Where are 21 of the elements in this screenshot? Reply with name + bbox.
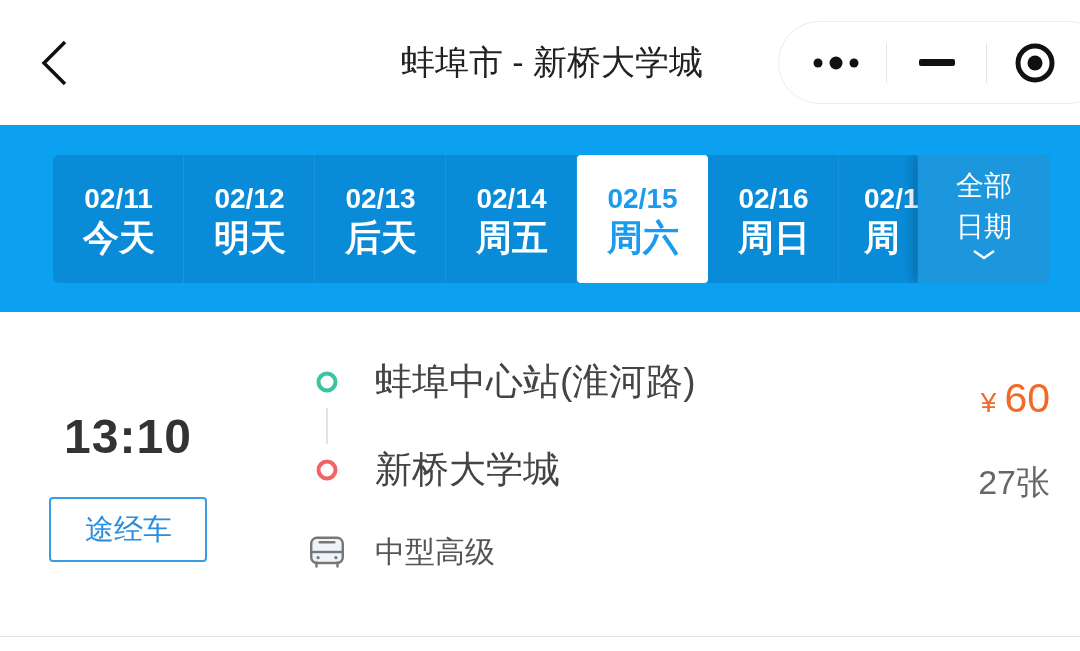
stop-name: 新桥大学城 — [375, 448, 560, 492]
more-icon[interactable] — [813, 55, 859, 70]
date-tab[interactable]: 02/15 周六 — [577, 155, 708, 283]
date-tab[interactable]: 02/12 明天 — [184, 155, 315, 283]
date-tab[interactable]: 02/13 后天 — [315, 155, 446, 283]
trip-card[interactable]: 13:10 途经车 蚌埠中心站(淮河路) 新桥大学城 中型高级 ¥ 60 27张 — [0, 312, 1080, 637]
date-tab[interactable]: 02/16 周日 — [708, 155, 839, 283]
page-title: 蚌埠市 - 新桥大学城 — [399, 41, 704, 83]
bus-type: 中型高级 — [375, 533, 495, 570]
stop-name: 蚌埠中心站(淮河路) — [375, 360, 696, 404]
back-icon[interactable] — [40, 39, 68, 86]
date-tab[interactable]: 02/1 周 — [839, 155, 918, 283]
departure-time: 13:10 — [64, 409, 192, 465]
date-tab[interactable]: 02/11 今天 — [53, 155, 184, 283]
chevron-down-icon — [972, 249, 996, 260]
ticket-price: ¥ 60 — [980, 374, 1050, 423]
seats-left: 27张 — [978, 462, 1050, 503]
date-tab[interactable]: 02/14 周五 — [446, 155, 577, 283]
route-tag-button[interactable]: 途经车 — [49, 497, 207, 562]
target-icon[interactable] — [1015, 42, 1055, 83]
all-dates-button[interactable]: 全部日期 — [918, 155, 1050, 283]
